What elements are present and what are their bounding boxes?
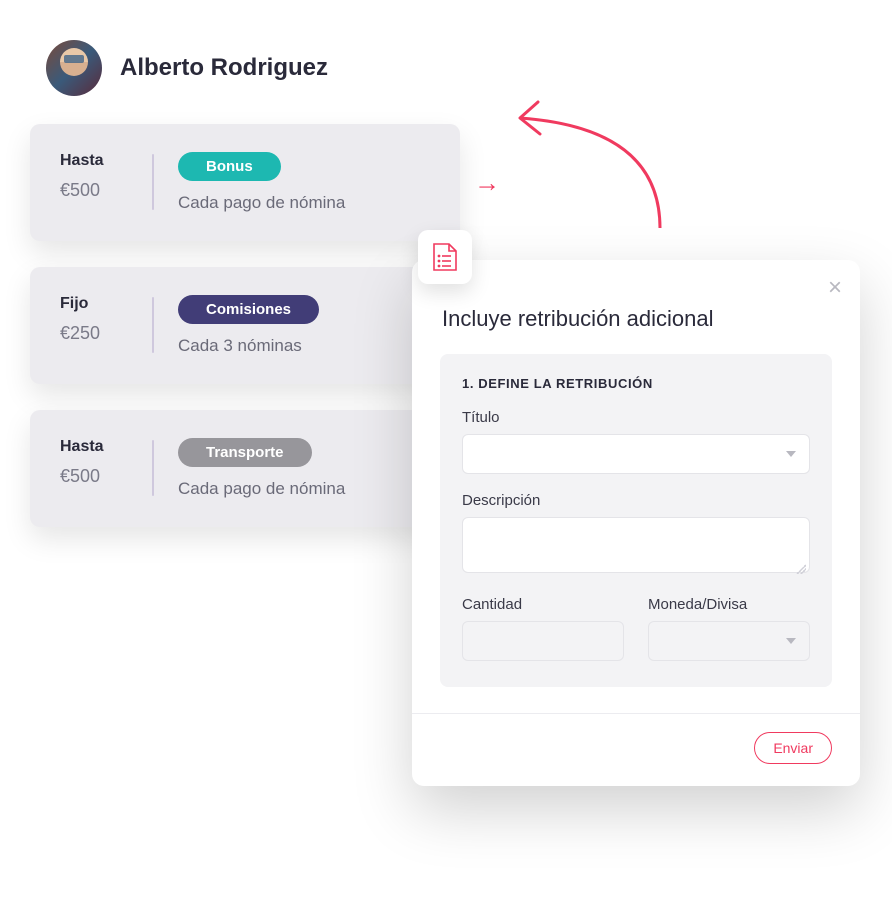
close-icon[interactable]: ×: [828, 276, 842, 300]
currency-select[interactable]: [648, 621, 810, 661]
benefit-cards: Hasta €500 Bonus Cada pago de nómina → F…: [0, 96, 460, 527]
form-section: 1. DEFINE LA RETRIBUCIÓN Título Descripc…: [440, 354, 832, 687]
card-label: Fijo: [60, 295, 128, 313]
divider: [412, 713, 860, 714]
card-label: Hasta: [60, 152, 128, 170]
chip-commissions: Comisiones: [178, 295, 319, 324]
chip-bonus: Bonus: [178, 152, 281, 181]
user-header: Alberto Rodriguez: [0, 0, 892, 96]
title-select[interactable]: [462, 434, 810, 474]
card-amount: €500: [60, 180, 128, 201]
document-list-icon: [418, 230, 472, 284]
submit-button[interactable]: Enviar: [754, 732, 832, 764]
compensation-modal: × Incluye retribución adicional 1. DEFIN…: [412, 260, 860, 786]
currency-label: Moneda/Divisa: [648, 596, 810, 613]
user-name: Alberto Rodriguez: [120, 54, 328, 82]
description-textarea[interactable]: [462, 517, 810, 573]
quantity-label: Cantidad: [462, 596, 624, 613]
benefit-card[interactable]: Hasta €500 Transporte Cada pago de nómin…: [30, 410, 460, 527]
modal-title: Incluye retribución adicional: [442, 306, 832, 332]
card-label: Hasta: [60, 438, 128, 456]
card-frequency: Cada pago de nómina: [178, 479, 345, 499]
quantity-input[interactable]: [462, 621, 624, 661]
card-amount: €250: [60, 323, 128, 344]
curve-arrow-icon: [490, 88, 690, 238]
card-frequency: Cada 3 nóminas: [178, 336, 302, 356]
divider: [152, 297, 154, 353]
title-label: Título: [462, 409, 810, 426]
chip-transport: Transporte: [178, 438, 312, 467]
benefit-card[interactable]: Hasta €500 Bonus Cada pago de nómina →: [30, 124, 460, 241]
divider: [152, 440, 154, 496]
card-amount: €500: [60, 466, 128, 487]
avatar: [46, 40, 102, 96]
description-label: Descripción: [462, 492, 810, 509]
card-frequency: Cada pago de nómina: [178, 193, 345, 213]
benefit-card[interactable]: Fijo €250 Comisiones Cada 3 nóminas: [30, 267, 460, 384]
divider: [152, 154, 154, 210]
step-label: 1. DEFINE LA RETRIBUCIÓN: [462, 376, 810, 391]
